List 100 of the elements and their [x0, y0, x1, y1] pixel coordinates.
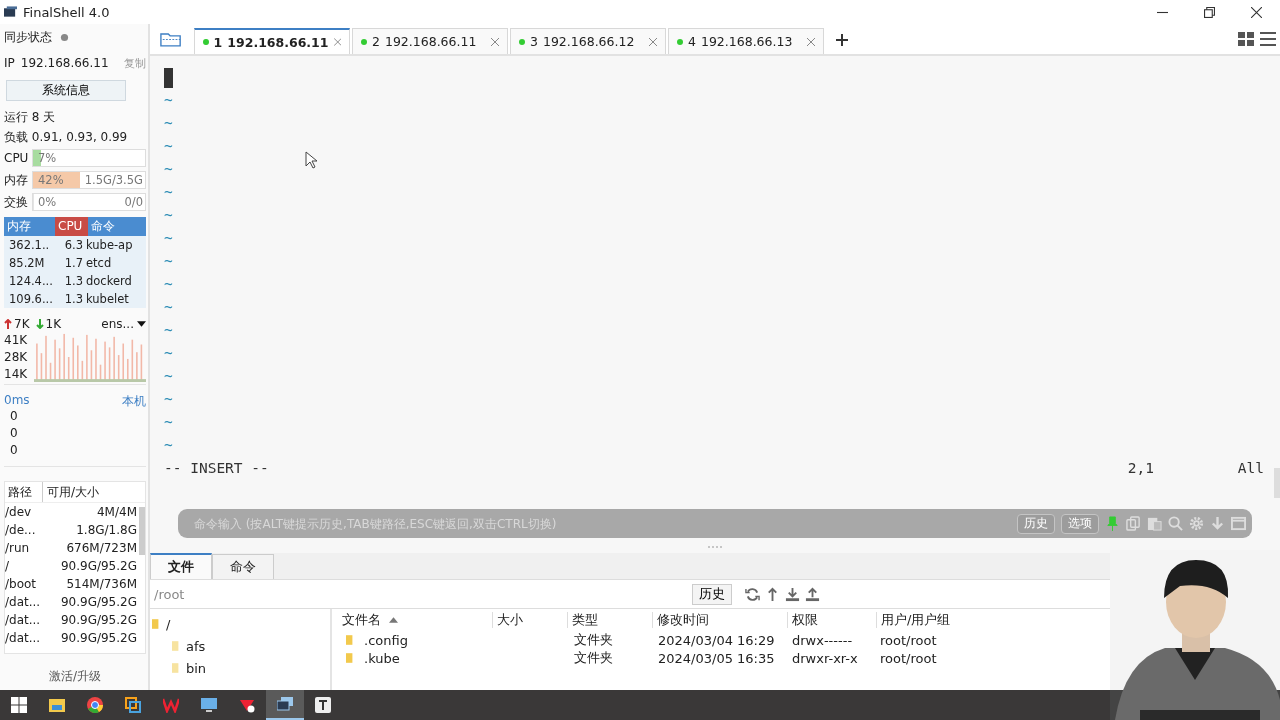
app-icon [4, 6, 17, 18]
interface-dropdown[interactable]: ens... [101, 317, 146, 331]
tree-item[interactable]: / [166, 616, 171, 632]
table-cell-text: 1.3 [63, 291, 84, 308]
table-cell-text: /dat... [5, 594, 41, 611]
column-header[interactable]: 路径 [5, 482, 43, 502]
scrollbar[interactable] [139, 507, 145, 555]
terminal-line: ~ [164, 137, 173, 156]
tab-host: 192.168.66.13 [700, 34, 793, 49]
table-cell-text: 124.4... [8, 273, 54, 290]
table-cell-text: 514M/736M [66, 576, 137, 593]
table-cell-text: 4M/4M [96, 504, 137, 521]
terminal-line: ~ [164, 321, 173, 340]
ping-value: 0 [9, 443, 19, 459]
table-cell-text: 90.9G/95.2G [60, 630, 137, 647]
upload-icon[interactable] [805, 586, 820, 602]
terminal-line: ~ [164, 298, 173, 317]
folder-icon[interactable] [160, 31, 182, 48]
terminal-line: ~ [164, 206, 173, 225]
folder-icon [346, 634, 354, 646]
table-cell-text: /boot [5, 576, 37, 593]
session-tab[interactable]: 1 192.168.66.11 [194, 28, 350, 54]
close-icon[interactable] [1251, 6, 1262, 18]
meter-percent: 0% [37, 195, 57, 209]
folder-icon [49, 697, 65, 713]
path-field[interactable]: /root [150, 586, 687, 602]
terminal-line: ~ [164, 183, 173, 202]
splitter-handle[interactable] [708, 546, 722, 548]
scrollbar[interactable] [1274, 468, 1280, 498]
column-header[interactable]: 类型 [568, 612, 653, 628]
meter-label: 交换 [4, 193, 29, 211]
table-cell-text: drwx------ [791, 632, 854, 648]
column-header[interactable]: 命令 [88, 217, 146, 236]
ping-latency: 0ms [4, 393, 30, 409]
caret-icon [137, 321, 146, 327]
folder-icon [172, 640, 180, 652]
cursor-position: 2,1 [1127, 459, 1154, 478]
meter-percent: 42% [37, 173, 64, 187]
column-header[interactable]: 权限 [788, 612, 877, 628]
history-button[interactable]: 历史 [692, 583, 732, 605]
table-cell-text: drwxr-xr-x [791, 650, 859, 666]
refresh-icon[interactable] [745, 586, 760, 602]
media-app-icon [239, 697, 255, 713]
table-cell-text: 1.8G/1.8G [76, 522, 137, 539]
table-cell-text: 90.9G/95.2G [60, 558, 137, 575]
axis-label: 41K [4, 333, 29, 348]
column-header[interactable]: CPU [55, 217, 88, 236]
up-arrow-icon [4, 319, 12, 329]
grid-icon[interactable] [1238, 32, 1254, 46]
tab-number: 1 [213, 34, 223, 50]
session-tab[interactable]: 2 192.168.66.11 [352, 28, 508, 54]
windows-icon [125, 697, 141, 713]
column-header[interactable]: 大小 [493, 612, 568, 628]
load-text: 负载 0.91, 0.93, 0.99 [4, 129, 129, 146]
tab-number: 3 [530, 34, 538, 49]
table-cell-text: 1.3 [63, 273, 84, 290]
text-cursor [164, 68, 173, 88]
tree-item[interactable]: afs [186, 638, 206, 654]
table-cell-text: /dat... [5, 630, 41, 647]
add-tab-icon[interactable] [836, 34, 848, 46]
terminal-line: ~ [164, 367, 173, 386]
restore-icon[interactable] [1204, 6, 1215, 18]
column-header[interactable]: 内存 [4, 217, 55, 236]
column-header[interactable]: 修改时间 [653, 612, 788, 628]
table-cell-text: 文件夹 [573, 631, 614, 649]
meter-label: CPU [4, 151, 30, 165]
table-cell-text: 85.2M [8, 255, 46, 272]
panel-tab[interactable]: 文件 [150, 553, 212, 579]
download-rate: 1K [45, 317, 62, 331]
activate-link[interactable]: 激活/升级 [4, 668, 146, 690]
table-cell-text: 90.9G/95.2G [60, 612, 137, 629]
table-cell-text: 109.6... [8, 291, 54, 308]
session-tab[interactable]: 3 192.168.66.12 [510, 28, 666, 54]
session-tab[interactable]: 4 192.168.66.13 [668, 28, 824, 54]
terminal-line: ~ [164, 252, 173, 271]
ping-value: 0 [9, 409, 19, 425]
table-cell-text: etcd [86, 255, 113, 272]
column-header[interactable]: 可用/大小 [43, 482, 100, 502]
taskbar-app[interactable] [266, 690, 304, 720]
table-cell-text: 2024/03/04 16:29 [657, 632, 776, 648]
sync-dot-icon [60, 32, 69, 42]
column-header[interactable]: 文件名 [338, 612, 493, 628]
editor-icon [315, 697, 331, 713]
meter-label: 内存 [4, 171, 29, 189]
ping-host: 本机 [122, 393, 146, 409]
tree-item[interactable]: bin [186, 660, 207, 676]
column-header[interactable]: 用户/用户组 [877, 612, 981, 628]
tab-number: 4 [688, 34, 696, 49]
sort-arrow-icon [389, 617, 398, 623]
file-name[interactable]: .kube [364, 650, 400, 666]
mouse-cursor-icon [305, 151, 317, 169]
terminal-line: ~ [164, 114, 173, 133]
terminal-line: ~ [164, 436, 173, 455]
menu-icon[interactable] [1260, 32, 1276, 46]
file-name[interactable]: .config [364, 632, 408, 648]
tab-host: 192.168.66.11 [384, 34, 477, 49]
system-info-button[interactable]: 系统信息 [6, 80, 126, 101]
download-icon[interactable] [785, 586, 800, 602]
table-cell-text: 90.9G/95.2G [60, 594, 137, 611]
panel-tab[interactable]: 命令 [212, 554, 274, 579]
